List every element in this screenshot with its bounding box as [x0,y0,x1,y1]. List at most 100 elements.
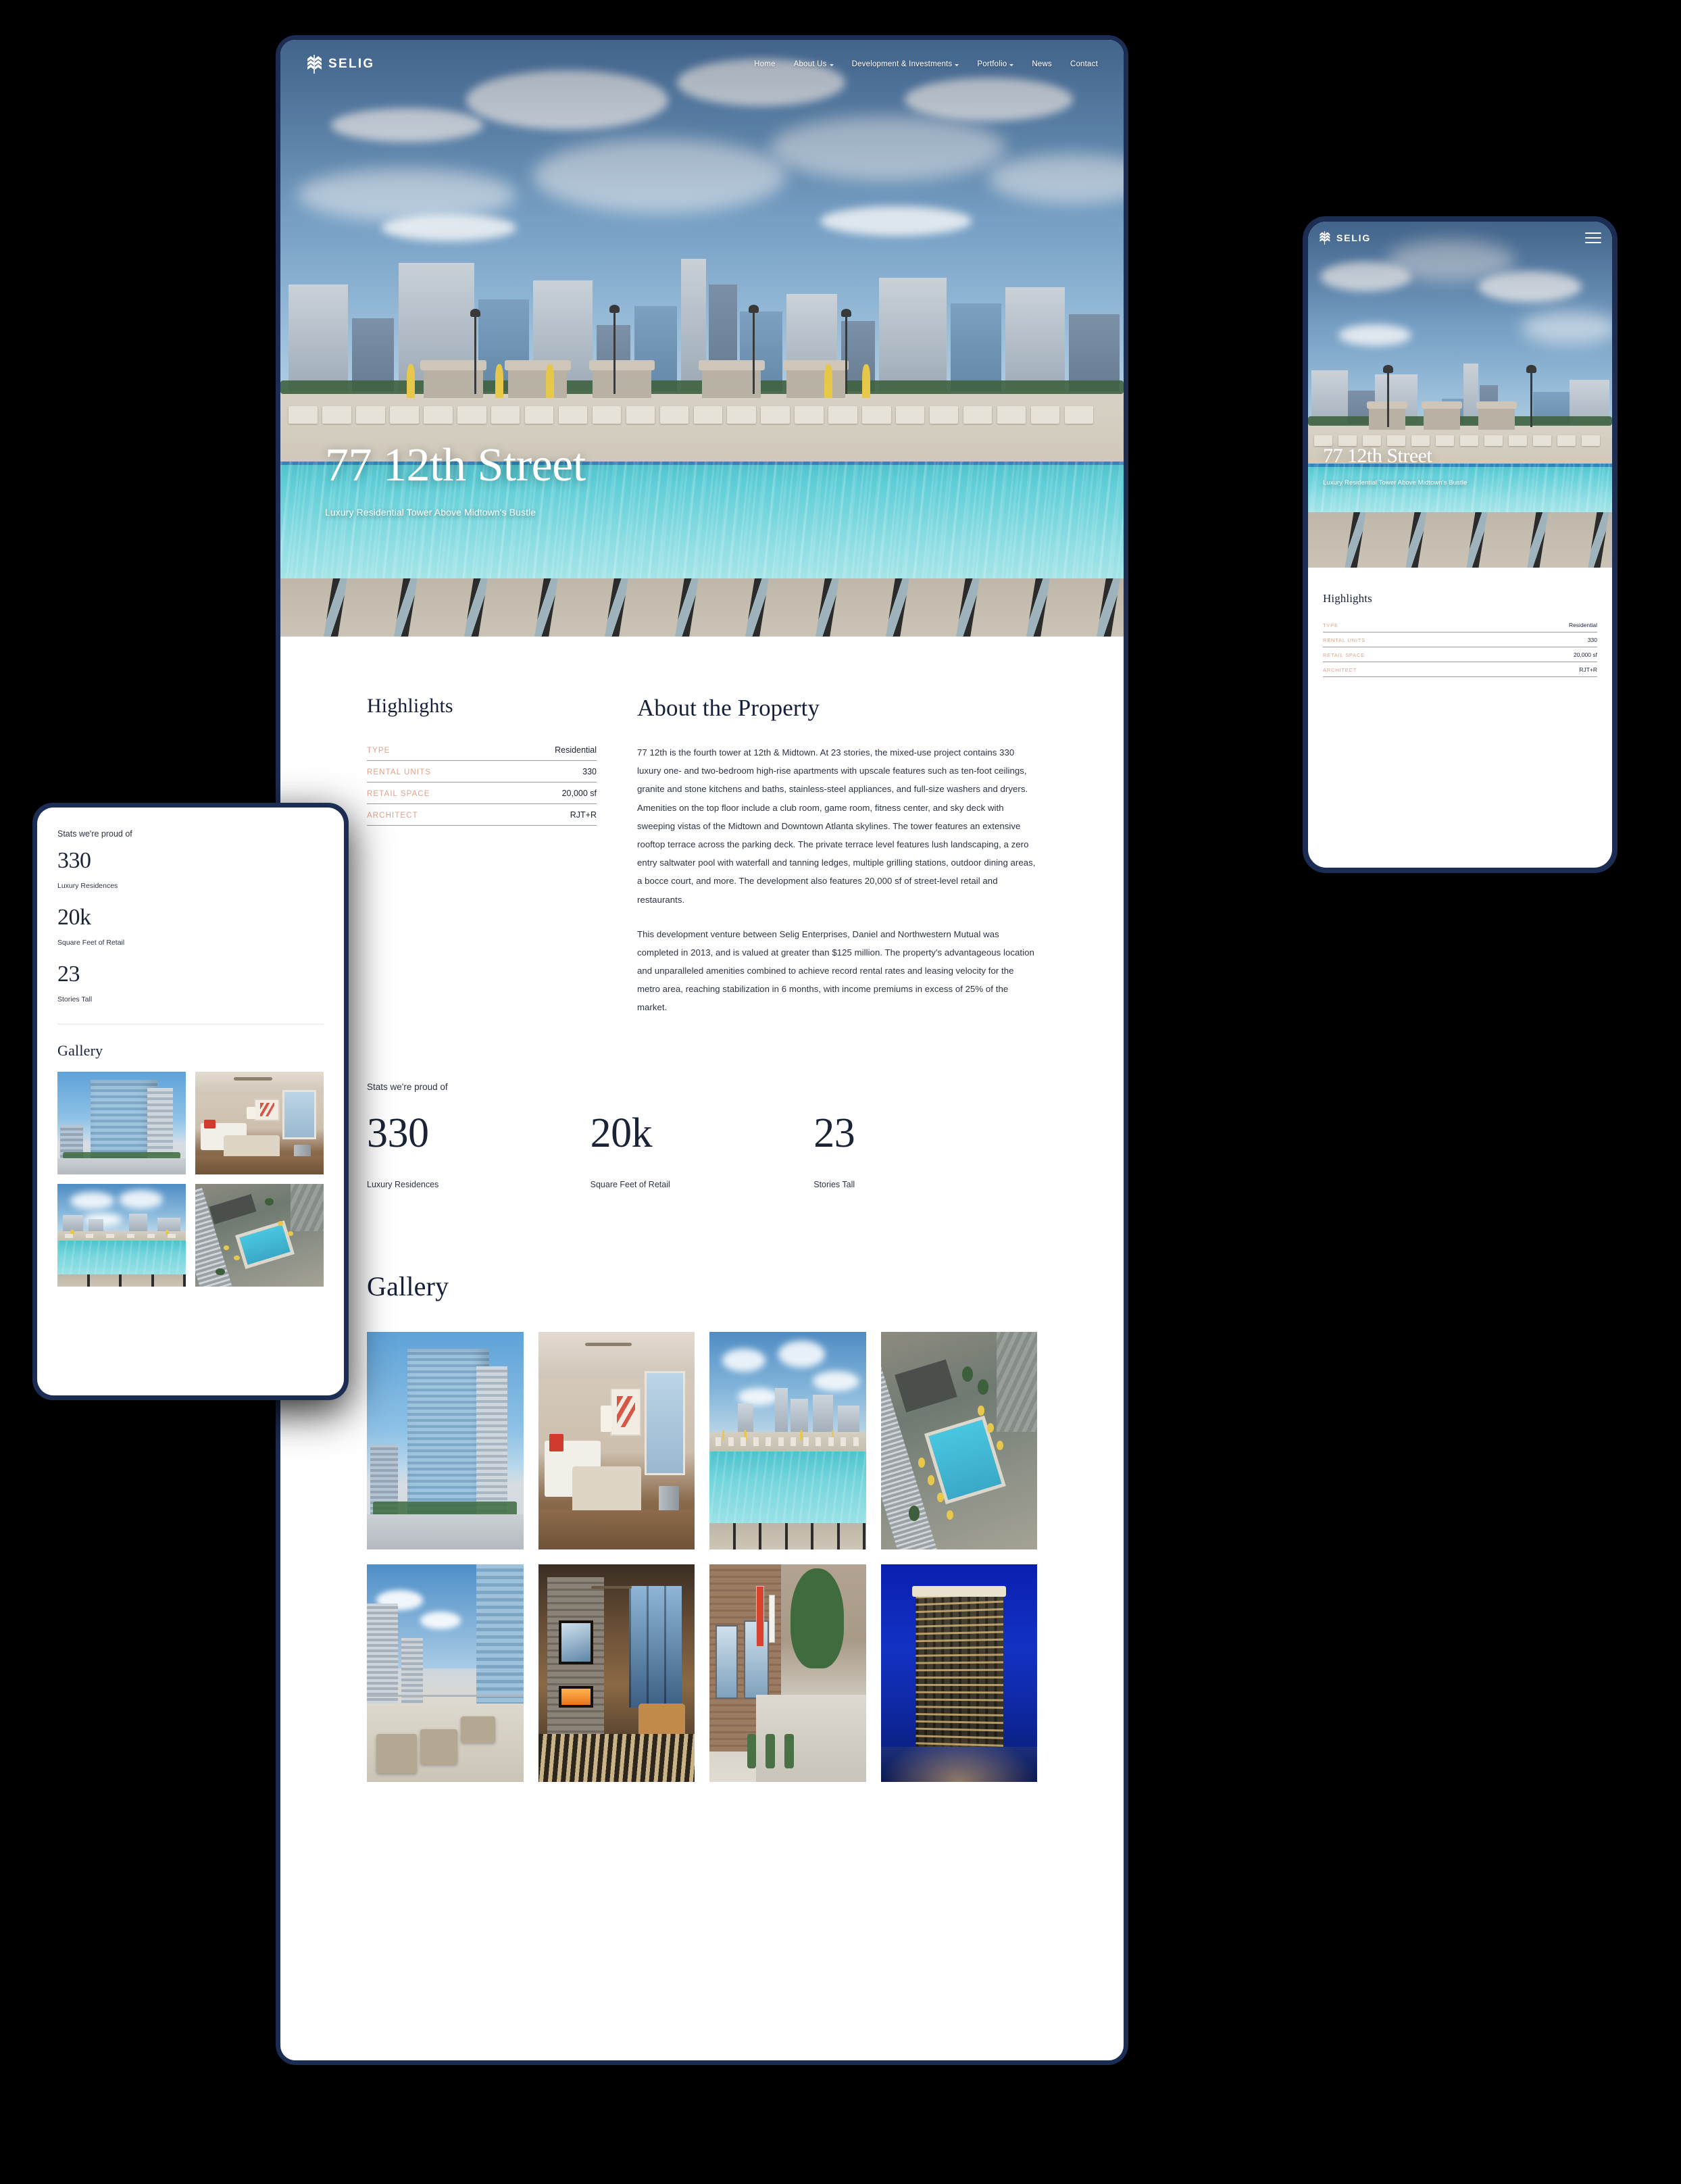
nav-item-home[interactable]: Home [754,60,775,68]
stat-label: Luxury Residences [367,1179,439,1189]
stat-label: Square Feet of Retail [590,1179,670,1189]
stat-number: 330 [367,1110,429,1156]
spec-label: RETAIL SPACE [367,790,430,798]
stats-kicker: Stats we're proud of [57,829,132,839]
table-row: RETAIL SPACE 20,000 sf [367,783,597,804]
gallery-image-rooftop-pool-and-skyline[interactable] [709,1331,866,1549]
gallery-heading: Gallery [367,1270,449,1301]
hero-text-block: 77 12th Street Luxury Residential Tower … [325,441,586,518]
gallery-section: Gallery [367,1189,1037,1782]
stat-number: 20k [590,1110,653,1156]
gallery-image-rooftop-pool-and-skyline[interactable] [57,1184,186,1287]
mobile-phone-mockup: SELIG 77 12th Street Luxury Residential … [1303,216,1617,873]
about-heading: About the Property [637,695,820,721]
gallery-grid [57,1072,324,1287]
nav-item-development-investments[interactable]: Development & Investments [852,60,959,68]
desktop-screen: SELIG Home About Us Development & Invest… [280,40,1124,2060]
spec-label: RENTAL UNITS [1323,637,1365,643]
selig-chevron-building-logo-icon [1320,231,1330,245]
about-paragraph: This development venture between Selig E… [637,928,1034,1013]
gallery-image-aerial-view-of-pool-deck[interactable] [880,1331,1037,1549]
hamburger-menu-icon[interactable] [1585,232,1601,243]
brand-name: SELIG [328,57,375,71]
highlights-heading: Highlights [367,695,453,717]
nav-label: Home [754,60,776,68]
gallery-image-street-level-retail-sidewalk[interactable] [709,1564,866,1782]
mobile-navigation: SELIG [1308,222,1612,254]
hero-section: SELIG Home About Us Development & Invest… [280,40,1124,637]
gallery-image-tower-exterior-at-night[interactable] [880,1564,1037,1782]
gallery-image-aerial-view-of-pool-deck[interactable] [195,1184,324,1287]
gallery-image-furnished-apartment-living-room[interactable] [538,1331,695,1549]
highlights-about-row: Highlights TYPE Residential RENTAL UNITS… [367,637,1037,1017]
stat-number: 23 [57,962,80,987]
nav-item-about-us[interactable]: About Us [794,60,834,68]
primary-navigation: SELIG Home About Us Development & Invest… [280,40,1124,89]
spec-value: 20,000 sf [561,789,597,798]
table-row: ARCHITECT RJT+R [1323,662,1597,677]
about-column: About the Property 77 12th is the fourth… [620,695,1037,1017]
spec-label: RETAIL SPACE [1323,652,1365,658]
table-row: TYPE Residential [367,739,597,761]
nav-item-news[interactable]: News [1032,60,1052,68]
phone-hero-section: SELIG 77 12th Street Luxury Residential … [1308,222,1612,568]
brand-name: SELIG [1336,232,1372,243]
chevron-down-icon [1009,64,1014,66]
stat-label: Stories Tall [57,995,93,1003]
gallery-image-balcony-terrace-seating[interactable] [367,1564,524,1782]
stat-label: Luxury Residences [57,882,118,890]
nav-label: Development & Investments [851,60,953,68]
hero-title: 77 12th Street [1323,445,1432,468]
gallery-image-glass-tower-exterior-daytime[interactable] [367,1331,524,1549]
stat-item: 23 Stories Tall [57,962,324,1004]
gallery-image-fireplace-lounge-with-city-view[interactable] [538,1564,695,1782]
stats-card-body: Stats we're proud of 330 Luxury Residenc… [37,808,344,1287]
spec-value: RJT+R [1579,666,1597,673]
gallery-grid [367,1331,1037,1782]
brand-logo-link[interactable]: SELIG [306,55,375,74]
page-content: Highlights TYPE Residential RENTAL UNITS… [280,637,1124,1782]
stat-label: Square Feet of Retail [57,939,125,947]
spec-value: Residential [1568,622,1597,628]
stats-row: 330 Luxury Residences 20k Square Feet of… [367,1112,1037,1189]
spec-label: TYPE [1323,622,1338,628]
spec-label: TYPE [367,747,391,755]
nav-item-portfolio[interactable]: Portfolio [977,60,1014,68]
spec-value: 330 [1587,637,1597,643]
stat-item: 330 Luxury Residences [57,848,324,891]
mobile-stats-gallery-mockup: Stats we're proud of 330 Luxury Residenc… [32,803,349,1400]
highlights-table: TYPE Residential RENTAL UNITS 330 RETAIL… [1323,618,1597,677]
nav-label: News [1032,60,1052,68]
selig-chevron-building-logo-icon [307,55,322,74]
stats-kicker: Stats we're proud of [367,1081,448,1092]
gallery-image-furnished-apartment-living-room[interactable] [195,1072,324,1174]
spec-label: RENTAL UNITS [367,768,431,776]
stat-number: 23 [813,1110,855,1156]
chevron-down-icon [829,64,834,66]
stat-number: 20k [57,905,91,930]
phone-screen: SELIG 77 12th Street Luxury Residential … [1308,222,1612,868]
chevron-down-icon [955,64,959,66]
stat-item: 23 Stories Tall [813,1112,1037,1189]
table-row: RENTAL UNITS 330 [1323,632,1597,647]
spec-value: RJT+R [570,810,597,820]
about-paragraph: 77 12th is the fourth tower at 12th & Mi… [637,747,1036,905]
gallery-image-glass-tower-exterior-daytime[interactable] [57,1072,186,1174]
hero-title: 77 12th Street [325,439,586,491]
stats-card-screen: Stats we're proud of 330 Luxury Residenc… [37,808,344,1395]
nav-links: Home About Us Development & Investments … [754,60,1098,68]
hero-subtitle: Luxury Residential Tower Above Midtown's… [325,507,536,518]
stats-section: Stats we're proud of 330 Luxury Residenc… [367,1017,1037,1189]
brand-logo-link-mobile[interactable]: SELIG [1319,231,1371,245]
hero-subtitle: Luxury Residential Tower Above Midtown's… [1323,479,1467,487]
spec-label: ARCHITECT [1323,667,1357,673]
nav-item-contact[interactable]: Contact [1070,60,1098,68]
highlights-heading: Highlights [1323,592,1372,605]
stat-number: 330 [57,848,91,873]
about-body: 77 12th is the fourth tower at 12th & Mi… [637,743,1037,1017]
highlights-column: Highlights TYPE Residential RENTAL UNITS… [367,695,597,1017]
stat-item: 20k Square Feet of Retail [57,906,324,947]
nav-label: Contact [1070,60,1098,68]
stat-item: 20k Square Feet of Retail [591,1112,814,1189]
nav-label: About Us [793,60,827,68]
